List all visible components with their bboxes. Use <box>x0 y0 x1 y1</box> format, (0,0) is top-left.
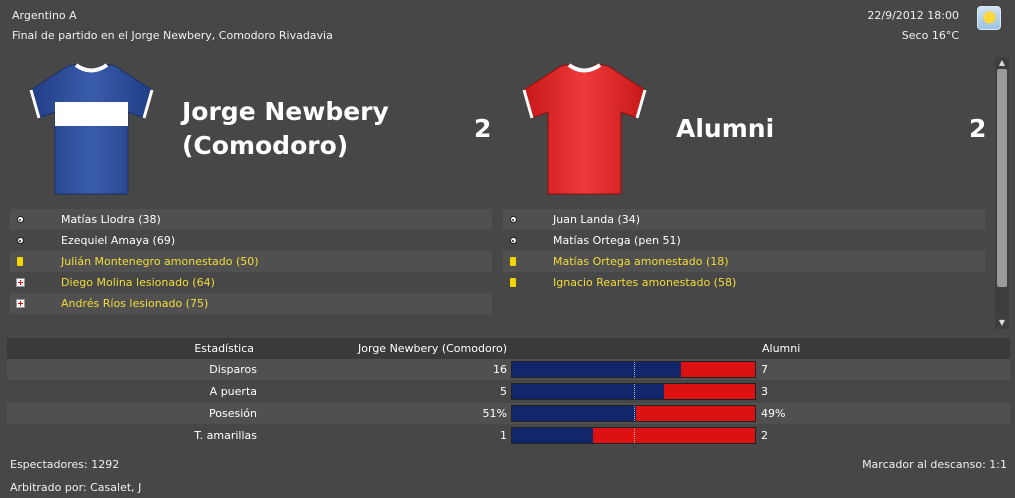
stat-away-value: 2 <box>761 429 768 442</box>
away-event-text[interactable]: Matías Ortega (pen 51) <box>553 234 681 247</box>
away-shirt-icon <box>522 63 647 195</box>
match-venue-status: Final de partido en el Jorge Newbery, Co… <box>12 29 333 42</box>
stat-comparison-bar <box>511 427 756 444</box>
injury-icon <box>10 278 30 287</box>
home-event-row: Andrés Ríos lesionado (75) <box>10 293 492 314</box>
stat-label: Disparos <box>209 363 257 376</box>
away-team-name[interactable]: Alumni <box>676 112 774 146</box>
stats-header-away: Alumni <box>762 342 801 355</box>
stat-row-a-puerta: A puerta 5 3 <box>7 381 1010 402</box>
goal-ball-icon <box>10 237 30 244</box>
stat-row-tarjetas-amarillas: T. amarillas 1 2 <box>7 425 1010 446</box>
away-events-list: Juan Landa (34) Matías Ortega (pen 51) M… <box>503 209 985 293</box>
match-datetime: 22/9/2012 18:00 <box>867 9 959 22</box>
stat-label: A puerta <box>209 385 257 398</box>
stats-header-label: Estadística <box>194 342 254 355</box>
competition-name[interactable]: Argentino A <box>12 9 77 22</box>
stat-away-value: 49% <box>761 407 786 420</box>
yellow-card-icon <box>503 257 523 266</box>
home-shirt-icon <box>29 63 154 195</box>
stat-home-value: 51% <box>482 407 507 420</box>
halftime-score: Marcador al descanso: 1:1 <box>862 458 1007 471</box>
stat-row-disparos: Disparos 16 7 <box>7 359 1010 380</box>
stat-bar-midline <box>634 406 635 421</box>
attendance: Espectadores: 1292 <box>10 458 120 471</box>
stat-away-value: 3 <box>761 385 768 398</box>
yellow-card-icon <box>10 257 30 266</box>
stats-header: Estadística Jorge Newbery (Comodoro) Alu… <box>7 338 1010 360</box>
home-score: 2 <box>474 114 492 143</box>
stat-home-value: 5 <box>500 385 507 398</box>
stat-home-fill <box>512 384 664 399</box>
away-event-text[interactable]: Juan Landa (34) <box>553 213 640 226</box>
away-score: 2 <box>969 114 987 143</box>
goal-ball-icon <box>503 237 523 244</box>
home-event-text[interactable]: Ezequiel Amaya (69) <box>61 234 175 247</box>
home-event-text[interactable]: Julián Montenegro amonestado (50) <box>61 255 259 268</box>
away-event-row: Juan Landa (34) <box>503 209 985 230</box>
home-event-row: Diego Molina lesionado (64) <box>10 272 492 293</box>
scroll-down-icon[interactable]: ▼ <box>995 317 1009 329</box>
scroll-up-icon[interactable]: ▲ <box>995 57 1009 69</box>
stat-home-value: 16 <box>493 363 507 376</box>
stat-bar-midline <box>634 428 635 443</box>
stat-away-value: 7 <box>761 363 768 376</box>
weather-description: Seco 16°C <box>901 29 959 42</box>
sunny-icon <box>977 6 1001 30</box>
stat-label: Posesión <box>209 407 257 420</box>
referee[interactable]: Arbitrado por: Casalet, J <box>10 481 141 494</box>
stat-comparison-bar <box>511 361 756 378</box>
home-event-row: Ezequiel Amaya (69) <box>10 230 492 251</box>
home-team-name-line1[interactable]: Jorge Newbery <box>182 95 389 129</box>
stat-home-fill <box>512 362 682 377</box>
stat-comparison-bar <box>511 405 756 422</box>
away-event-row: Matías Ortega amonestado (18) <box>503 251 985 272</box>
yellow-card-icon <box>503 278 523 287</box>
stat-home-fill <box>512 428 593 443</box>
home-event-text[interactable]: Diego Molina lesionado (64) <box>61 276 215 289</box>
home-event-text[interactable]: Andrés Ríos lesionado (75) <box>61 297 208 310</box>
home-event-row: Julián Montenegro amonestado (50) <box>10 251 492 272</box>
home-event-text[interactable]: Matías Llodra (38) <box>61 213 161 226</box>
home-event-row: Matías Llodra (38) <box>10 209 492 230</box>
injury-icon <box>10 299 30 308</box>
away-event-row: Matías Ortega (pen 51) <box>503 230 985 251</box>
stat-home-value: 1 <box>500 429 507 442</box>
stats-header-home: Jorge Newbery (Comodoro) <box>358 342 507 355</box>
home-events-list: Matías Llodra (38) Ezequiel Amaya (69) J… <box>10 209 492 314</box>
events-scrollbar[interactable]: ▲ ▼ <box>995 57 1009 329</box>
goal-ball-icon <box>10 216 30 223</box>
home-team-name-line2[interactable]: (Comodoro) <box>182 129 348 163</box>
stat-row-posesion: Posesión 51% 49% <box>7 403 1010 424</box>
stat-home-fill <box>512 406 636 421</box>
stat-label: T. amarillas <box>194 429 257 442</box>
away-event-row: Ignacio Reartes amonestado (58) <box>503 272 985 293</box>
goal-ball-icon <box>503 216 523 223</box>
away-event-text[interactable]: Matías Ortega amonestado (18) <box>553 255 729 268</box>
away-event-text[interactable]: Ignacio Reartes amonestado (58) <box>553 276 736 289</box>
scrollbar-thumb[interactable] <box>997 69 1007 287</box>
stat-comparison-bar <box>511 383 756 400</box>
stat-bar-midline <box>634 362 635 377</box>
stat-bar-midline <box>634 384 635 399</box>
